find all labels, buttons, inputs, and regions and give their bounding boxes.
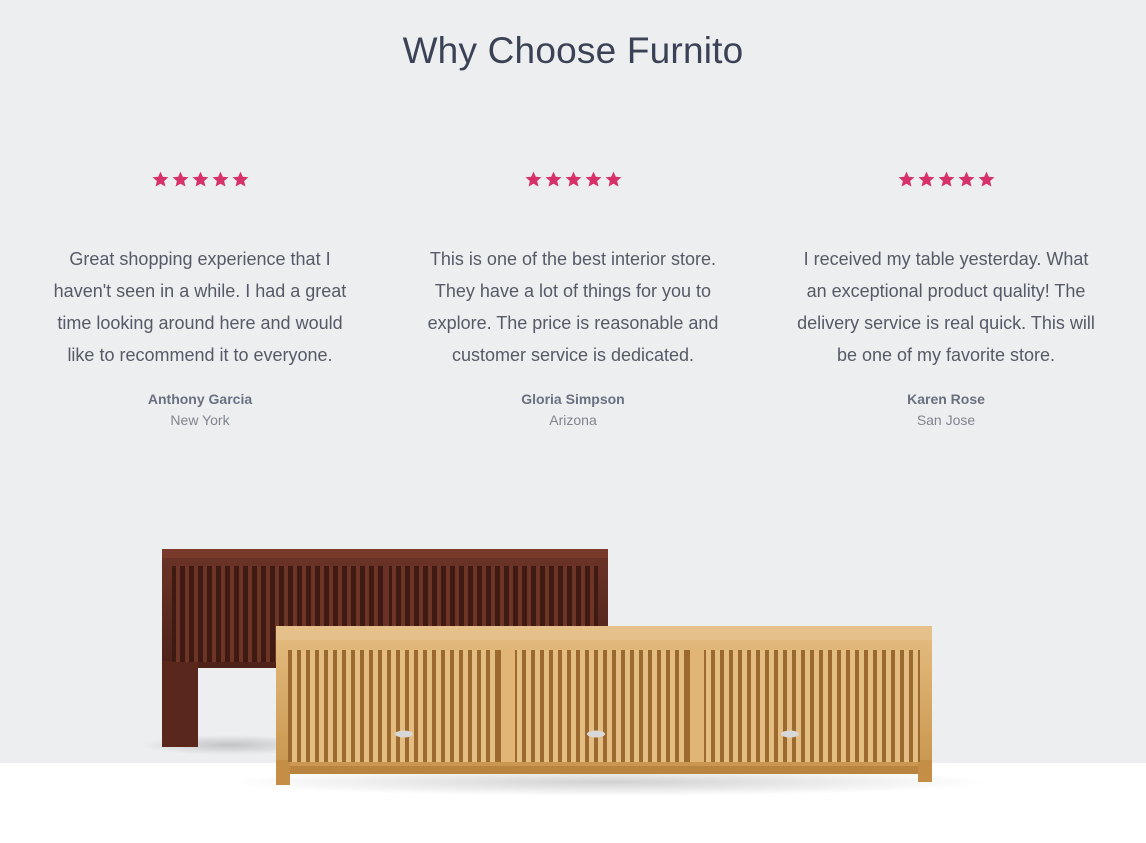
- testimonial-quote: This is one of the best interior store. …: [427, 249, 719, 365]
- star-icon: [524, 170, 543, 189]
- testimonial-author: Gloria Simpson: [521, 391, 625, 407]
- star-icon: [564, 170, 583, 189]
- star-icon: [917, 170, 936, 189]
- star-rating: [40, 170, 360, 194]
- testimonial-location: Arizona: [549, 412, 597, 428]
- star-icon: [977, 170, 996, 189]
- testimonial-quote: I received my table yesterday. What an e…: [797, 249, 1095, 365]
- testimonial-card: This is one of the best interior store. …: [413, 170, 733, 428]
- star-icon: [191, 170, 210, 189]
- testimonial-author: Karen Rose: [907, 391, 985, 407]
- star-icon: [544, 170, 563, 189]
- section-title: Why Choose Furnito: [402, 30, 744, 71]
- testimonial-author: Anthony Garcia: [147, 391, 253, 407]
- testimonial-location: New York: [170, 412, 230, 428]
- testimonial-card: Great shopping experience that I haven't…: [40, 170, 360, 428]
- testimonial-quote: Great shopping experience that I haven't…: [53, 249, 347, 365]
- star-icon: [897, 170, 916, 189]
- star-icon: [957, 170, 976, 189]
- star-icon: [584, 170, 603, 189]
- star-rating: [786, 170, 1106, 194]
- testimonial-location: San Jose: [916, 412, 976, 428]
- star-icon: [937, 170, 956, 189]
- testimonial-card: I received my table yesterday. What an e…: [786, 170, 1106, 428]
- star-rating: [413, 170, 733, 194]
- footer-band: [0, 763, 1146, 843]
- star-icon: [604, 170, 623, 189]
- star-icon: [211, 170, 230, 189]
- star-icon: [151, 170, 170, 189]
- star-icon: [231, 170, 250, 189]
- star-icon: [171, 170, 190, 189]
